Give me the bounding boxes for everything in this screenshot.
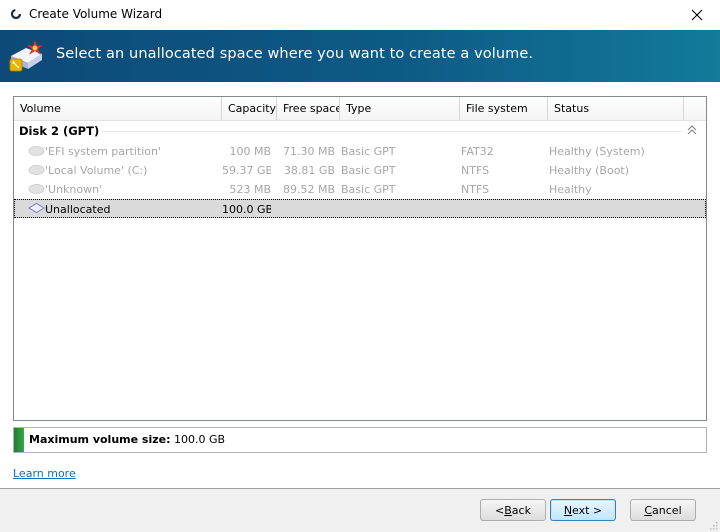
- cell-file-system: NTFS: [461, 183, 490, 196]
- table-row: 'Local Volume' (C:) 59.37 GB 38.81 GB Ba…: [14, 161, 706, 180]
- cell-volume: 'Unknown': [45, 183, 103, 196]
- cell-status: [549, 200, 683, 219]
- cell-capacity: 100 MB: [229, 145, 271, 158]
- cell-capacity: 59.37 GB: [222, 164, 271, 177]
- window-title: Create Volume Wizard: [29, 7, 163, 21]
- cell-free-space: 71.30 MB: [282, 145, 335, 158]
- max-volume-size-label: Maximum volume size:: [29, 433, 171, 446]
- disk-icon: [28, 165, 45, 175]
- banner-heading: Select an unallocated space where you wa…: [56, 46, 534, 62]
- back-button-rest: ack: [511, 503, 531, 517]
- max-volume-size-text: Maximum volume size: 100.0 GB: [29, 433, 225, 446]
- disk-icon: [28, 146, 45, 156]
- column-header-capacity[interactable]: Capacity: [222, 97, 277, 120]
- wizard-banner: Select an unallocated space where you wa…: [0, 30, 720, 82]
- next-button[interactable]: Next >: [550, 499, 616, 521]
- cell-volume: Unallocated: [45, 203, 111, 216]
- table-row-selected[interactable]: Unallocated 100.0 GB: [14, 199, 706, 218]
- cancel-button[interactable]: Cancel: [630, 499, 696, 521]
- column-header-free-space[interactable]: Free space: [277, 97, 340, 120]
- cell-free-space: 89.52 MB: [282, 183, 335, 196]
- cell-status: Healthy: [549, 183, 592, 196]
- group-divider: [102, 131, 682, 132]
- cell-type: [341, 200, 459, 219]
- cell-capacity: 523 MB: [229, 183, 271, 196]
- cell-volume: 'EFI system partition': [45, 145, 162, 158]
- max-volume-size-panel: Maximum volume size: 100.0 GB: [13, 427, 707, 453]
- back-button-mnemonic: B: [504, 503, 512, 517]
- next-button-mnemonic: N: [563, 503, 573, 517]
- column-header-type[interactable]: Type: [340, 97, 460, 120]
- unallocated-disk-icon: [28, 202, 45, 214]
- title-bar: Create Volume Wizard: [0, 0, 720, 30]
- max-volume-size-value: 100.0 GB: [173, 433, 226, 446]
- cell-free-space: [277, 200, 335, 219]
- cell-capacity: 100.0 GB: [222, 203, 271, 216]
- cell-file-system: NTFS: [461, 164, 490, 177]
- cell-type: Basic GPT: [341, 164, 396, 177]
- cell-status: Healthy (System): [549, 145, 645, 158]
- size-indicator-bar: [14, 428, 24, 452]
- close-icon: [691, 9, 703, 21]
- disk-icon: [28, 184, 45, 194]
- table-row: 'EFI system partition' 100 MB 71.30 MB B…: [14, 142, 706, 161]
- disk-group-label: Disk 2 (GPT): [19, 124, 100, 138]
- cancel-button-rest: ancel: [652, 503, 682, 517]
- cell-volume: 'Local Volume' (C:): [45, 164, 148, 177]
- column-header-file-system[interactable]: File system: [460, 97, 548, 120]
- column-header-status[interactable]: Status: [548, 97, 684, 120]
- cell-free-space: 38.81 GB: [283, 164, 335, 177]
- cell-status: Healthy (Boot): [549, 164, 630, 177]
- cell-file-system: [461, 200, 547, 219]
- column-header-filler: [684, 97, 706, 120]
- close-button[interactable]: [674, 0, 720, 30]
- list-header: Volume Capacity Free space Type File sys…: [14, 97, 706, 121]
- create-volume-wizard-icon: [9, 40, 43, 72]
- wizard-footer: < Back Next > Cancel: [0, 488, 720, 532]
- learn-more-link[interactable]: Learn more: [13, 467, 76, 480]
- back-button-prefix: <: [495, 503, 505, 517]
- cell-type: Basic GPT: [341, 183, 396, 196]
- next-button-rest: ext >: [572, 503, 603, 517]
- column-header-volume[interactable]: Volume: [14, 97, 222, 120]
- app-logo-icon: [11, 9, 21, 19]
- double-chevron-up-icon[interactable]: [686, 123, 698, 137]
- table-row: 'Unknown' 523 MB 89.52 MB Basic GPT NTFS…: [14, 180, 706, 199]
- back-button[interactable]: < Back: [480, 499, 546, 521]
- disk-group-header: Disk 2 (GPT): [14, 121, 706, 141]
- cell-type: Basic GPT: [341, 145, 396, 158]
- resize-grip-icon[interactable]: [708, 520, 718, 530]
- volume-list[interactable]: Volume Capacity Free space Type File sys…: [13, 96, 707, 421]
- cancel-button-mnemonic: C: [644, 503, 653, 517]
- cell-file-system: FAT32: [461, 145, 494, 158]
